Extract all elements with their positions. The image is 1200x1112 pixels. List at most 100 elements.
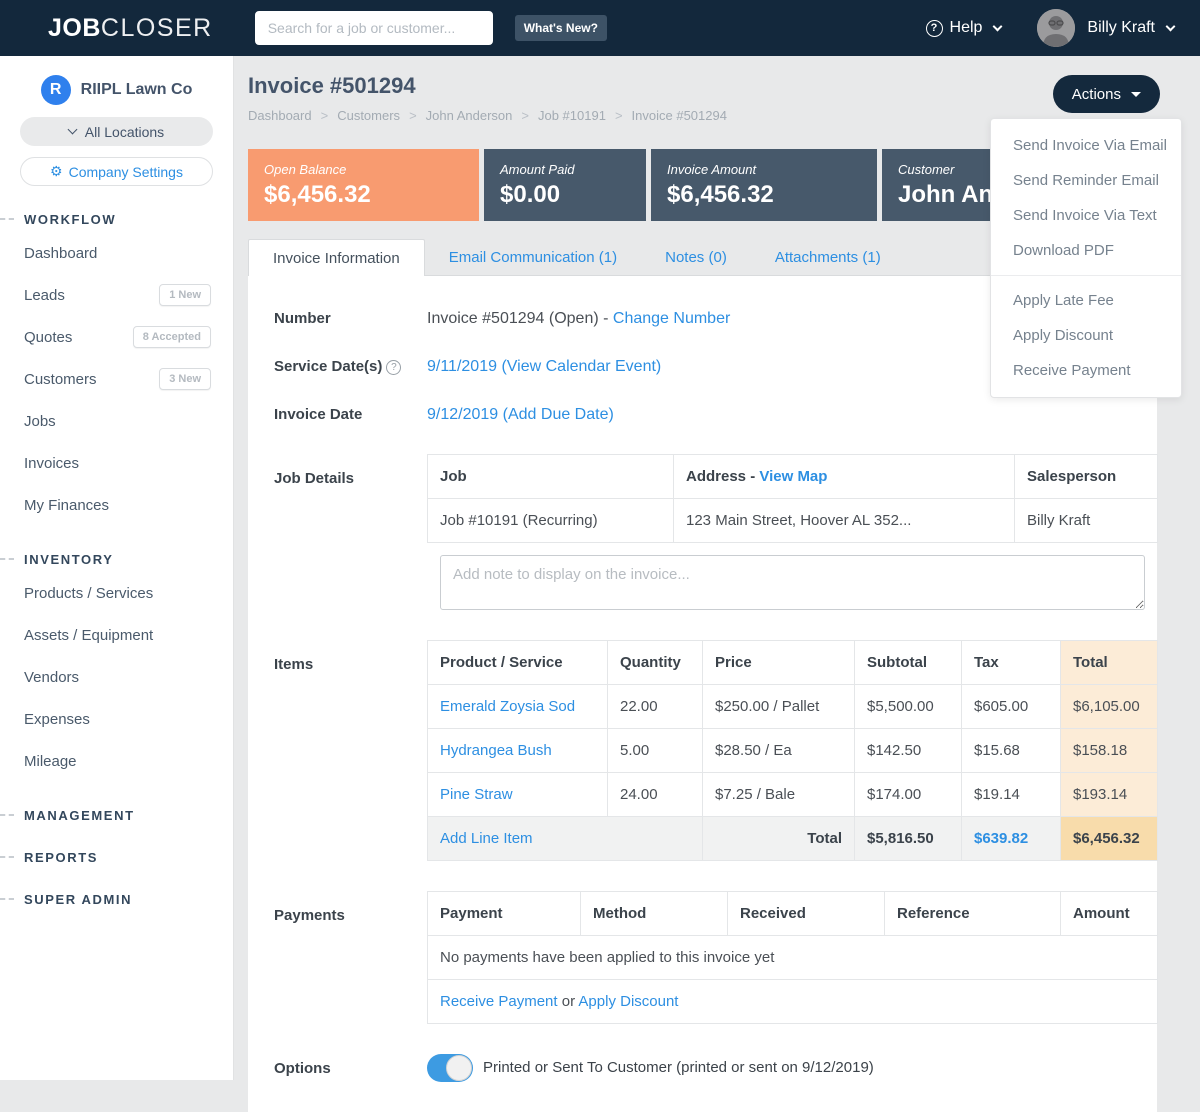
user-name[interactable]: Billy Kraft — [1087, 19, 1155, 37]
sidebar-item-customers[interactable]: Customers 3 New — [0, 358, 233, 400]
apply-discount-link[interactable]: Apply Discount — [578, 993, 678, 1010]
stat-open-balance: Open Balance $6,456.32 — [248, 149, 479, 221]
sidebar-section-super-admin: SUPER ADMIN — [0, 890, 233, 908]
breadcrumb-separator: > — [615, 108, 623, 123]
sidebar-item-label: Dashboard — [24, 245, 97, 262]
tab-attachments[interactable]: Attachments (1) — [751, 239, 905, 275]
menu-item-send-invoice-email[interactable]: Send Invoice Via Email — [991, 128, 1181, 163]
breadcrumb-invoice[interactable]: Invoice #501294 — [632, 108, 727, 123]
items-footer-row: Add Line Item Total $5,816.50 $639.82 $6… — [428, 817, 1158, 861]
service-date-link[interactable]: 9/11/2019 — [427, 358, 497, 375]
menu-item-send-invoice-text[interactable]: Send Invoice Via Text — [991, 198, 1181, 233]
help-tooltip-icon[interactable]: ? — [386, 360, 401, 375]
tab-email-communication[interactable]: Email Communication (1) — [425, 239, 641, 275]
sidebar-item-vendors[interactable]: Vendors — [0, 656, 233, 698]
sidebar-item-label: Vendors — [24, 669, 79, 686]
sidebar-item-label: My Finances — [24, 497, 109, 514]
menu-item-apply-late-fee[interactable]: Apply Late Fee — [991, 283, 1181, 318]
invoice-number-text: Invoice #501294 (Open) - — [427, 310, 608, 327]
section-title-management[interactable]: MANAGEMENT — [0, 806, 233, 824]
breadcrumb-customer-name[interactable]: John Anderson — [426, 108, 513, 123]
tab-notes[interactable]: Notes (0) — [641, 239, 751, 275]
toggle-knob — [446, 1055, 472, 1081]
items-header-row: Product / Service Quantity Price Subtota… — [428, 641, 1158, 685]
company-settings-button[interactable]: ⚙ Company Settings — [20, 157, 213, 186]
sidebar-section-inventory: INVENTORY Products / Services Assets / E… — [0, 550, 233, 782]
product-link[interactable]: Pine Straw — [440, 786, 513, 803]
invoice-information-panel: Number Invoice #501294 (Open) - Change N… — [248, 276, 1157, 1112]
section-title-super-admin[interactable]: SUPER ADMIN — [0, 890, 233, 908]
view-map-link[interactable]: View Map — [759, 468, 827, 485]
sidebar-item-label: Customers — [24, 371, 97, 388]
sidebar-item-label: Quotes — [24, 329, 72, 346]
sidebar-item-leads[interactable]: Leads 1 New — [0, 274, 233, 316]
subtotal-header: Subtotal — [855, 641, 962, 685]
received-header: Received — [728, 892, 885, 936]
actions-button[interactable]: Actions — [1053, 75, 1160, 113]
section-title-reports[interactable]: REPORTS — [0, 848, 233, 866]
menu-item-send-reminder-email[interactable]: Send Reminder Email — [991, 163, 1181, 198]
sidebar: R RIIPL Lawn Co All Locations ⚙ Company … — [0, 56, 233, 1080]
help-label: Help — [950, 19, 983, 37]
change-number-link[interactable]: Change Number — [613, 310, 730, 327]
help-menu[interactable]: ? Help — [926, 19, 1002, 37]
item-row: Hydrangea Bush 5.00 $28.50 / Ea $142.50 … — [428, 729, 1158, 773]
total-cell: $193.14 — [1061, 773, 1158, 817]
tab-invoice-information[interactable]: Invoice Information — [248, 239, 425, 276]
sidebar-item-invoices[interactable]: Invoices — [0, 442, 233, 484]
sidebar-item-mileage[interactable]: Mileage — [0, 740, 233, 782]
view-calendar-event-link[interactable]: (View Calendar Event) — [501, 358, 661, 375]
sidebar-item-label: Expenses — [24, 711, 90, 728]
price-cell: $250.00 / Pallet — [703, 685, 855, 729]
stat-value: $6,456.32 — [264, 181, 463, 209]
service-date-label-text: Service Date(s) — [274, 358, 382, 375]
menu-item-download-pdf[interactable]: Download PDF — [991, 233, 1181, 268]
breadcrumb-job[interactable]: Job #10191 — [538, 108, 606, 123]
job-table-header-row: Job Address - View Map Salesperson — [428, 455, 1158, 499]
nav-list-inventory: Products / Services Assets / Equipment V… — [0, 572, 233, 782]
product-service-header: Product / Service — [428, 641, 608, 685]
global-search — [255, 11, 493, 45]
nav-list-workflow: Dashboard Leads 1 New Quotes 8 Accepted … — [0, 232, 233, 526]
subtotal-cell: $174.00 — [855, 773, 962, 817]
sidebar-item-assets-equipment[interactable]: Assets / Equipment — [0, 614, 233, 656]
app-logo: JOBCLOSER — [48, 14, 213, 43]
sidebar-item-label: Jobs — [24, 413, 56, 430]
sidebar-section-management: MANAGEMENT — [0, 806, 233, 824]
stat-value: $6,456.32 — [667, 181, 861, 209]
add-due-date-link[interactable]: (Add Due Date) — [503, 406, 614, 423]
sidebar-item-quotes[interactable]: Quotes 8 Accepted — [0, 316, 233, 358]
breadcrumb-dashboard[interactable]: Dashboard — [248, 108, 312, 123]
job-details-table: Job Address - View Map Salesperson Job #… — [427, 454, 1158, 543]
invoice-date-link[interactable]: 9/12/2019 — [427, 406, 498, 423]
menu-item-receive-payment[interactable]: Receive Payment — [991, 353, 1181, 388]
job-table-row: Job #10191 (Recurring) 123 Main Street, … — [428, 499, 1158, 543]
payments-empty-row: No payments have been applied to this in… — [428, 936, 1158, 980]
quantity-cell: 24.00 — [608, 773, 703, 817]
sidebar-item-my-finances[interactable]: My Finances — [0, 484, 233, 526]
tax-cell: $15.68 — [962, 729, 1061, 773]
salesperson-col-header: Salesperson — [1015, 455, 1158, 499]
product-link[interactable]: Emerald Zoysia Sod — [440, 698, 575, 715]
app-logo-bold: JOB — [48, 14, 101, 42]
receive-payment-link[interactable]: Receive Payment — [440, 993, 558, 1010]
user-avatar[interactable] — [1037, 9, 1075, 47]
sidebar-item-expenses[interactable]: Expenses — [0, 698, 233, 740]
tax-total-link[interactable]: $639.82 — [974, 830, 1028, 847]
sidebar-item-products-services[interactable]: Products / Services — [0, 572, 233, 614]
all-locations-selector[interactable]: All Locations — [20, 117, 213, 146]
address-cell: 123 Main Street, Hoover AL 352... — [674, 499, 1015, 543]
add-line-item-link[interactable]: Add Line Item — [440, 830, 533, 847]
printed-sent-label: Printed or Sent To Customer (printed or … — [483, 1054, 874, 1082]
job-cell: Job #10191 (Recurring) — [428, 499, 674, 543]
chevron-down-icon — [993, 22, 1003, 32]
menu-item-apply-discount[interactable]: Apply Discount — [991, 318, 1181, 353]
invoice-note-input[interactable] — [440, 555, 1145, 610]
whats-new-button[interactable]: What's New? — [515, 15, 607, 41]
search-input[interactable] — [255, 11, 493, 45]
sidebar-item-dashboard[interactable]: Dashboard — [0, 232, 233, 274]
sidebar-item-jobs[interactable]: Jobs — [0, 400, 233, 442]
breadcrumb-customers[interactable]: Customers — [337, 108, 400, 123]
printed-sent-toggle[interactable] — [427, 1054, 473, 1082]
product-link[interactable]: Hydrangea Bush — [440, 742, 552, 759]
